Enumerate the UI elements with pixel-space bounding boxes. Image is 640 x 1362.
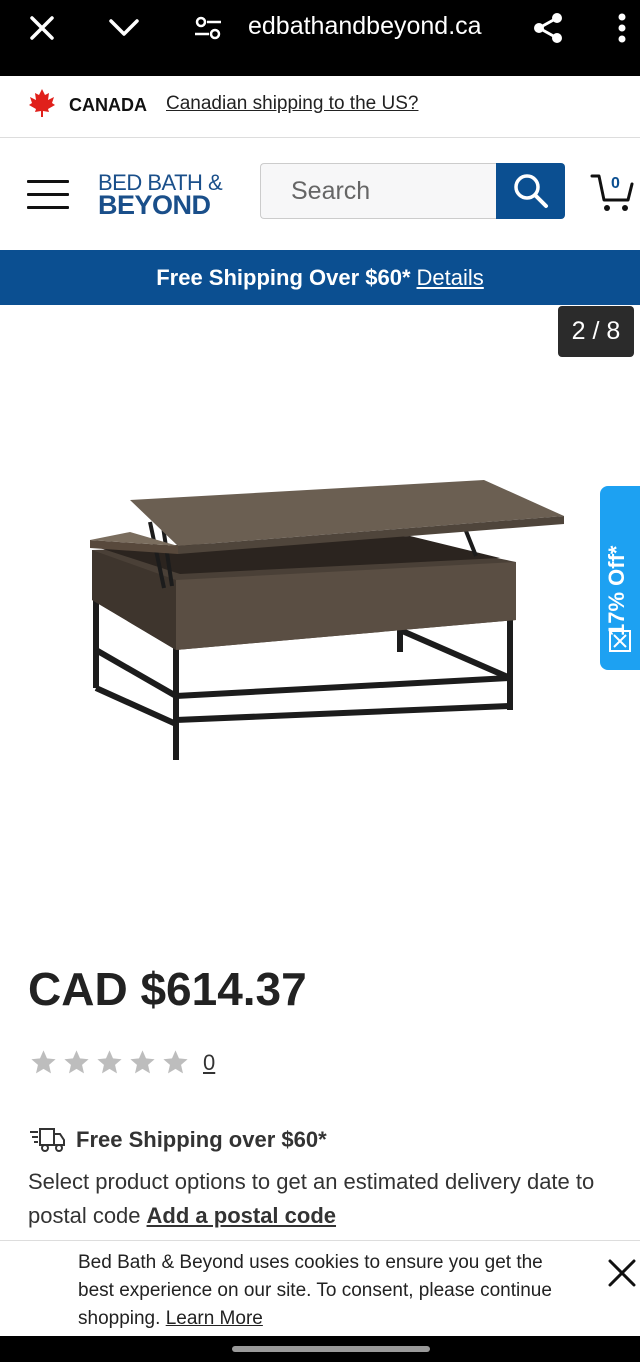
rating-stars [28, 1048, 191, 1077]
country-label: CANADA [69, 95, 147, 115]
shipping-banner: Free Shipping Over $60* Details [0, 250, 640, 305]
cookie-message-text: Bed Bath & Beyond uses cookies to ensure… [78, 1252, 552, 1329]
maple-leaf-icon [29, 89, 55, 117]
star-icon [163, 1050, 188, 1074]
browser-toolbar: edbathandbeyond.ca [0, 0, 640, 76]
site-header: BED BATH & BEYOND 0 [0, 138, 640, 250]
country-bar: CANADA Canadian shipping to the US? [0, 76, 640, 138]
shipping-details-link[interactable]: Details [417, 265, 484, 290]
shipping-truck-icon [30, 1128, 65, 1152]
search-icon [513, 174, 548, 208]
product-price: CAD $614.37 [28, 963, 307, 1015]
more-vert-icon[interactable] [608, 0, 636, 56]
system-nav-bar [0, 1336, 640, 1362]
image-counter: 2 / 8 [558, 306, 634, 357]
us-shipping-link[interactable]: Canadian shipping to the US? [166, 93, 418, 115]
star-icon [64, 1050, 89, 1074]
product-image[interactable] [80, 470, 570, 770]
cookie-message: Bed Bath & Beyond uses cookies to ensure… [78, 1249, 578, 1333]
home-gesture-handle[interactable] [232, 1346, 430, 1352]
logo-text-bottom[interactable]: BEYOND [98, 190, 211, 221]
url-field[interactable]: edbathandbeyond.ca [248, 12, 482, 41]
share-icon[interactable] [528, 0, 568, 56]
discount-tab-label: 17% Off* [604, 545, 629, 636]
search-input[interactable] [289, 176, 488, 207]
search-box [260, 163, 496, 219]
menu-icon[interactable] [27, 180, 69, 210]
cookie-banner: Bed Bath & Beyond uses cookies to ensure… [0, 1240, 640, 1337]
shipping-banner-text: Free Shipping Over $60* [156, 265, 411, 290]
close-icon[interactable] [604, 1255, 640, 1291]
review-count-link[interactable]: 0 [203, 1050, 215, 1076]
close-icon[interactable] [22, 0, 62, 56]
chevron-down-icon[interactable] [104, 0, 144, 56]
cart-count-badge: 0 [611, 175, 620, 192]
learn-more-link[interactable]: Learn More [166, 1308, 263, 1329]
star-icon [31, 1050, 56, 1074]
add-postal-code-link[interactable]: Add a postal code [147, 1203, 336, 1228]
close-icon[interactable] [609, 630, 631, 652]
free-shipping-row: Free Shipping over $60* [28, 1126, 327, 1154]
site-settings-icon[interactable] [190, 0, 226, 56]
star-icon [130, 1050, 155, 1074]
search-button[interactable] [496, 163, 565, 219]
star-icon [97, 1050, 122, 1074]
delivery-estimate: Select product options to get an estimat… [28, 1165, 632, 1233]
free-shipping-text: Free Shipping over $60* [76, 1127, 327, 1152]
discount-tab[interactable]: 17% Off* [600, 486, 640, 670]
